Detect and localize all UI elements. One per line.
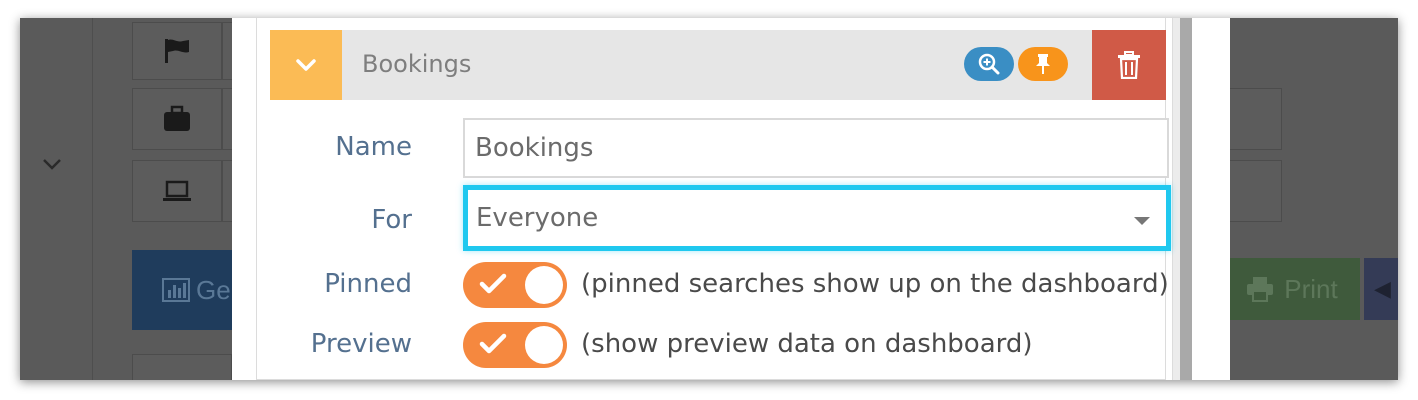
bg-cell [132, 354, 232, 380]
bar-chart-icon [162, 278, 190, 302]
for-label: For [371, 205, 412, 235]
thumbtack-icon [1036, 54, 1050, 74]
chevron-down-icon [43, 159, 61, 170]
print-icon [1247, 277, 1274, 302]
bg-back-button: ◀ [1364, 258, 1398, 320]
pinned-label: Pinned [324, 269, 412, 299]
preview-toggle[interactable] [463, 322, 567, 368]
saved-search-panel: Bookings Name Bookings For Everyone Pinn… [256, 18, 1171, 380]
bg-divider [92, 18, 93, 380]
trash-icon [1118, 51, 1140, 79]
name-input-value: Bookings [475, 133, 594, 163]
bg-print-label: Print [1284, 273, 1338, 304]
name-input[interactable]: Bookings [463, 118, 1169, 178]
laptop-icon [163, 180, 191, 201]
zoom-button[interactable] [964, 47, 1014, 81]
edit-search-modal: Bookings Name Bookings For Everyone Pinn… [232, 18, 1230, 380]
preview-hint: (show preview data on dashboard) [581, 329, 1033, 359]
delete-button[interactable] [1092, 30, 1166, 100]
chevron-down-icon [296, 59, 316, 71]
bg-generate-button: Ge [132, 250, 232, 330]
pinned-toggle[interactable] [463, 262, 567, 308]
toggle-knob [525, 266, 563, 304]
panel-title: Bookings [362, 50, 472, 78]
pinned-hint: (pinned searches show up on the dashboar… [581, 269, 1169, 299]
for-select[interactable]: Everyone [463, 185, 1171, 251]
scrollbar-thumb[interactable] [1180, 18, 1192, 380]
panel-header: Bookings [270, 30, 1166, 100]
pin-button[interactable] [1018, 47, 1068, 81]
for-select-value: Everyone [476, 203, 599, 233]
briefcase-icon [164, 105, 190, 131]
arrow-left-icon: ◀ [1374, 276, 1391, 301]
check-icon [479, 333, 507, 354]
caret-down-icon [1134, 217, 1150, 225]
bg-generate-label: Ge [196, 274, 231, 305]
bg-tile-laptop [132, 160, 222, 222]
toggle-knob [525, 326, 563, 364]
search-plus-icon [978, 53, 1000, 75]
name-label: Name [335, 132, 412, 162]
preview-label: Preview [310, 329, 412, 359]
flag-icon [165, 39, 189, 63]
screenshot-frame: Ge Print ◀ Bookings Name Bookings For Ev… [20, 18, 1398, 380]
check-icon [479, 273, 507, 294]
bg-tile-briefcase [132, 88, 222, 150]
bg-print-button: Print [1224, 258, 1360, 320]
bg-tile-flag [132, 22, 222, 80]
collapse-button[interactable] [270, 30, 342, 100]
